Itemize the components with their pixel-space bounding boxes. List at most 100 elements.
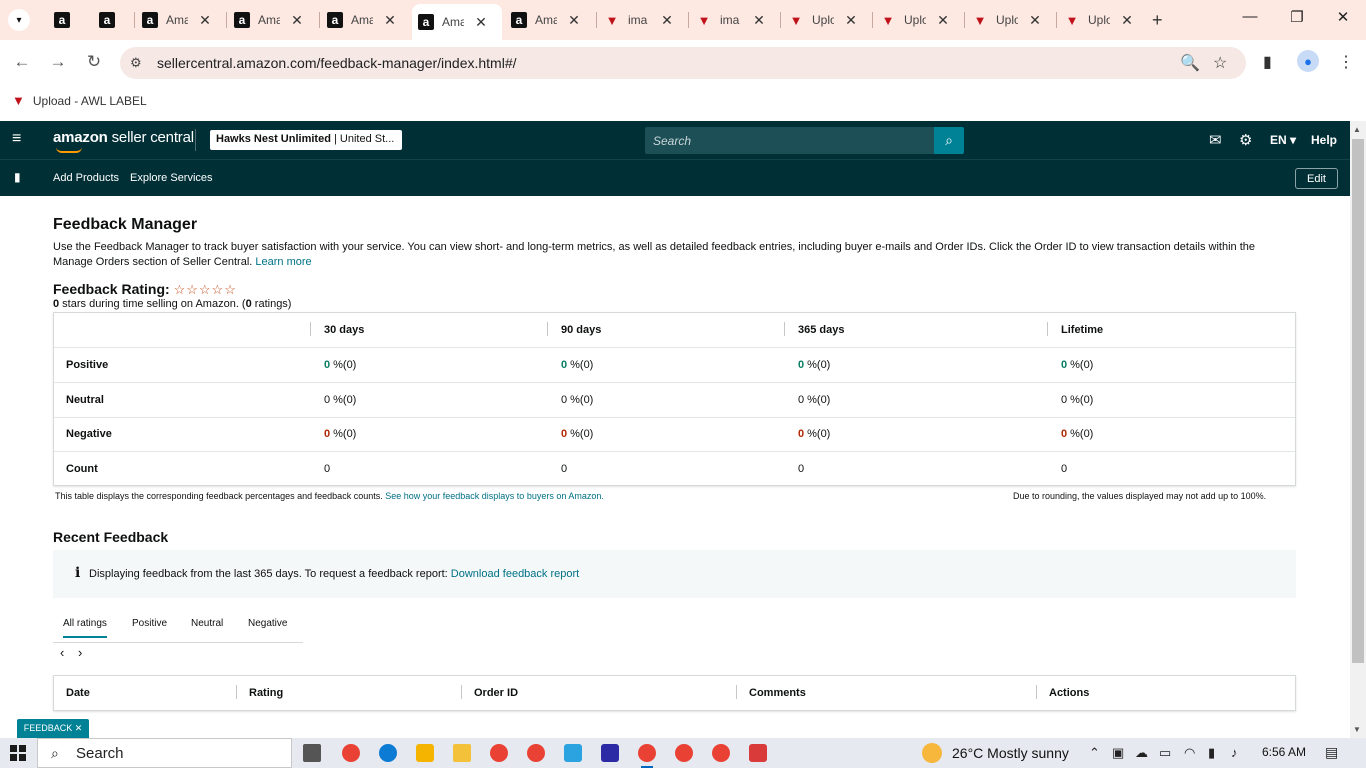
system-clock[interactable]: 6:56 AM [1262,745,1306,759]
chrome-icon-4[interactable] [675,744,693,762]
filter-tab[interactable]: Neutral [191,618,223,629]
bookmark-upload-awl[interactable]: ▼ Upload - AWL LABEL [12,93,147,108]
file-explorer-icon[interactable] [453,744,471,762]
weather-text[interactable]: 26°C Mostly sunny [952,745,1069,761]
browser-tab[interactable]: ▼ Uplo ✕ [966,6,1056,34]
tab-close-icon[interactable]: ✕ [1120,12,1134,29]
chrome-icon-5[interactable] [712,744,730,762]
tab-close-icon[interactable]: ✕ [290,12,304,29]
browser-tab[interactable]: ▼ Uplo ✕ [874,6,964,34]
tab-close-icon[interactable]: ✕ [936,12,950,29]
search-button[interactable]: ⌕ [934,127,964,154]
browser-tab[interactable]: a Ama ✕ [136,6,226,34]
back-arrow-icon[interactable]: ← [11,52,33,72]
tab-close-icon[interactable]: ✕ [660,12,674,29]
column-header[interactable]: Date [66,687,90,699]
scroll-down-icon[interactable]: ▼ [1353,725,1361,734]
logo-amazon: amazon [53,129,108,146]
tab-close-icon[interactable]: ✕ [567,12,581,29]
snipping-tool-icon[interactable] [749,744,767,762]
forward-arrow-icon[interactable]: → [47,52,69,72]
bookmark-star-icon[interactable]: ☆ [1213,53,1227,73]
tab-search-chevron-icon[interactable]: ▾ [8,9,30,31]
column-header[interactable]: Rating [249,687,283,699]
column-header[interactable]: Actions [1049,687,1089,699]
tab-close-icon[interactable]: ✕ [383,12,397,29]
help-link[interactable]: Help [1311,133,1337,147]
windows-start-icon[interactable] [10,745,26,761]
taskbar-search[interactable]: ⌕ Search [37,738,292,768]
chrome-icon-2[interactable] [490,744,508,762]
column-header[interactable]: Comments [749,687,806,699]
page-scrollbar[interactable]: ▲ ▼ [1350,121,1366,738]
notification-icon[interactable]: ▤ [1325,744,1338,761]
volume-icon[interactable]: ♪ [1231,745,1238,760]
profile-avatar-icon[interactable]: ● [1297,50,1319,72]
telegram-icon[interactable] [564,744,582,762]
chrome-icon-3[interactable] [527,744,545,762]
zoom-icon[interactable]: 🔍 [1180,53,1200,73]
prev-page-chevron-icon[interactable]: ‹ [60,645,64,660]
add-products-link[interactable]: Add Products [53,172,119,184]
mail-icon[interactable]: ✉ [1209,131,1222,149]
account-selector[interactable]: Hawks Nest Unlimited | United St... [210,130,402,150]
browser-tab[interactable]: ▼ ima ✕ [598,6,688,34]
weather-sun-icon[interactable] [922,743,942,763]
column-header[interactable]: Order ID [474,687,518,699]
restore-icon[interactable]: ❐ [1285,8,1309,26]
browser-tab[interactable]: a Ama ✕ [321,6,411,34]
wifi-icon[interactable]: ◠ [1184,745,1195,761]
download-report-link[interactable]: Download feedback report [451,568,579,580]
scroll-thumb[interactable] [1352,139,1364,663]
learn-more-link[interactable]: Learn more [255,256,311,268]
filter-tab[interactable]: All ratings [63,618,107,638]
tray-app-icon[interactable]: ▣ [1112,745,1124,761]
amazon-seller-central-logo[interactable]: amazon seller central [53,129,194,146]
filter-tab[interactable]: Negative [248,618,287,629]
tab-close-icon[interactable]: ✕ [844,12,858,29]
browser-tab[interactable]: ▼ Uplo ✕ [782,6,872,34]
bookmark-icon[interactable]: ▮ [14,170,21,184]
browser-tab[interactable]: a Ama ✕ [412,4,502,40]
browser-tab[interactable]: a Ama ✕ [505,6,595,34]
feedback-display-link[interactable]: See how your feedback displays to buyers… [385,491,604,501]
browser-tab[interactable]: a [48,6,88,34]
onedrive-cloud-icon[interactable]: ☁ [1135,745,1148,761]
gear-icon[interactable]: ⚙ [1239,131,1252,149]
next-page-chevron-icon[interactable]: › [78,645,82,660]
store-icon[interactable] [416,744,434,762]
tab-close-icon[interactable]: ✕ [198,12,212,29]
header-search-input[interactable]: Search [645,127,934,154]
microphone-icon[interactable]: ▮ [1208,745,1215,761]
address-bar[interactable]: ⚙ sellercentral.amazon.com/feedback-mana… [120,47,1246,79]
tab-close-icon[interactable]: ✕ [474,14,488,31]
tab-close-icon[interactable]: ✕ [1028,12,1042,29]
feedback-tab-button[interactable]: FEEDBACK ✕ [17,719,89,738]
minimize-icon[interactable]: — [1238,8,1262,25]
new-tab-plus-icon[interactable]: + [1152,10,1163,31]
hamburger-menu-icon[interactable]: ≡ [12,130,21,148]
battery-icon[interactable]: ▭ [1159,745,1171,761]
browser-tab[interactable]: ▼ Uplo ✕ [1058,6,1148,34]
tray-chevron-up-icon[interactable]: ⌃ [1089,745,1100,761]
site-info-icon[interactable]: ⚙ [130,55,142,71]
url-text[interactable]: sellercentral.amazon.com/feedback-manage… [157,55,517,71]
tab-close-icon[interactable]: ✕ [752,12,766,29]
chrome-icon[interactable] [342,744,360,762]
menu-kebab-icon[interactable]: ⋮ [1338,52,1354,72]
reload-icon[interactable]: ↻ [83,52,105,72]
browser-tab[interactable]: a [93,6,133,34]
edge-icon[interactable] [379,744,397,762]
explore-services-link[interactable]: Explore Services [130,172,213,184]
side-panel-icon[interactable]: ▮ [1263,52,1272,72]
language-selector[interactable]: EN ▾ [1270,133,1296,147]
task-view-icon[interactable] [303,744,321,762]
browser-tab[interactable]: ▼ ima ✕ [690,6,780,34]
scroll-up-icon[interactable]: ▲ [1353,125,1361,134]
browser-tab[interactable]: a Ama ✕ [228,6,318,34]
zoom-app-icon[interactable] [601,744,619,762]
chrome-icon-active[interactable] [638,744,656,768]
filter-tab[interactable]: Positive [132,618,167,629]
edit-button[interactable]: Edit [1295,168,1338,189]
close-window-icon[interactable]: ✕ [1331,8,1355,26]
